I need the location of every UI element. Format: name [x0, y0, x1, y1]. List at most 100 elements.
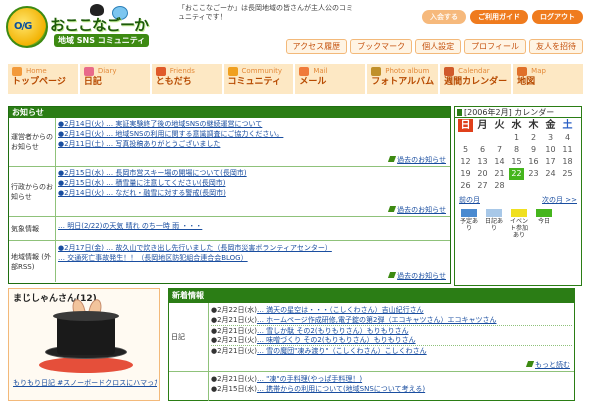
calendar-day[interactable]: 16	[526, 156, 541, 168]
calendar-day[interactable]: 20	[475, 168, 490, 180]
nav-friends[interactable]: Friends ともだち	[152, 64, 224, 94]
settings-button[interactable]: 個人設定	[415, 39, 462, 54]
new-info-item[interactable]: ●2月21日(火)… ホームページ作成研修,電子錠の第2弾（エコキャツさん）エコ…	[211, 315, 572, 325]
calendar-day[interactable]: 4	[560, 132, 575, 144]
nav-photo-album[interactable]: Photo album フォトアルバム	[367, 64, 441, 94]
new-info-section-2: ●2月21日(火)… "凍"の手料理(やっぱ手料理！) ●2月15日(水)… 携帯…	[169, 371, 574, 401]
invite-friend-button[interactable]: 友人を招待	[529, 39, 583, 54]
weather-item[interactable]: … 明日(2/22)の天気 晴れ のち一時 雨 ・・・	[58, 221, 448, 231]
read-more-label: もっと読む	[535, 361, 570, 369]
news-item[interactable]: ●2月15日(水) … 積雪量に注意してください(長岡市)	[58, 178, 448, 188]
calendar-day[interactable]: 27	[475, 180, 490, 192]
hat-body-shape	[57, 315, 115, 355]
calendar-day[interactable]: 12	[458, 156, 473, 168]
news-box: お知らせ 運営者からのお知らせ ●2月14日(火) … 実証実験終了後の地域SN…	[8, 106, 451, 284]
past-news-link[interactable]: 過去のお知らせ	[388, 205, 446, 215]
item-link[interactable]: … 雪しか駄 その2(もりもりさん）もりもりさん	[257, 327, 409, 335]
news-section-government: 行政からのお知らせ ●2月15日(水) … 長岡市営スキー場の開場について(長岡…	[9, 166, 450, 216]
calendar-day[interactable]: 23	[526, 168, 541, 180]
new-info-item[interactable]: ●2月21日(火)… 雪の魔団"凍み渡り"（こしくわさん）こしくわさん	[211, 345, 572, 355]
calendar-day[interactable]: 26	[458, 180, 473, 192]
nav-diary[interactable]: Diary 日記	[80, 64, 152, 94]
calendar-day[interactable]: 25	[560, 168, 575, 180]
calendar-day[interactable]: 3	[543, 132, 558, 144]
past-news-link[interactable]: 過去のお知らせ	[388, 271, 446, 281]
header: O/G おここなごーか 地域 SNS コミュニティ 「おここなごーか」は長岡地域…	[0, 0, 591, 60]
calendar-day[interactable]: 17	[543, 156, 558, 168]
calendar-day[interactable]: 2	[526, 132, 541, 144]
legend-label: 日記あり	[484, 218, 503, 232]
calendar-day[interactable]: 10	[543, 144, 558, 156]
access-history-button[interactable]: アクセス履歴	[285, 39, 348, 54]
calendar-day[interactable]: 8	[509, 144, 524, 156]
calendar-day	[560, 180, 575, 192]
item-link[interactable]: … 味噌づくり その2(もりもりさん）もりもりさん	[257, 336, 416, 344]
calendar-day[interactable]: 28	[492, 180, 507, 192]
top-buttons: 入会する ご利用ガイド ログアウト	[422, 10, 583, 24]
nav-map[interactable]: Map 地図	[513, 64, 583, 94]
calendar-day[interactable]: 14	[492, 156, 507, 168]
profile-button[interactable]: プロフィール	[464, 39, 526, 54]
past-news-label: 過去のお知らせ	[397, 206, 446, 214]
new-info-item[interactable]: ●2月21日(火)… 雪しか駄 その2(もりもりさん）もりもりさん	[211, 325, 572, 335]
nav-home[interactable]: Home トップページ	[8, 64, 80, 94]
new-info-item[interactable]: ●2月21日(火)… 味噌づくり その2(もりもりさん）もりもりさん	[211, 335, 572, 345]
news-item[interactable]: ●2月17日(金) … 故久山で炊き出し先行いました（長岡市災害ボランティアセン…	[58, 243, 448, 253]
legend-label: 予定あり	[459, 218, 478, 232]
news-item[interactable]: ●2月14日(火) … なだれ・融雪に対する警戒(長岡市)	[58, 188, 448, 198]
news-section-weather: 気象情報 … 明日(2/22)の天気 晴れ のち一時 雨 ・・・	[9, 216, 450, 240]
item-link[interactable]: … 雪の魔団"凍み渡り"（こしくわさん）こしくわさん	[257, 347, 427, 355]
calendar-day[interactable]: 24	[543, 168, 558, 180]
calendar-day[interactable]: 22	[509, 168, 524, 180]
news-item[interactable]: ●2月15日(水) … 長岡市営スキー場の開場について(長岡市)	[58, 168, 448, 178]
nav-community[interactable]: Community コミュニティ	[224, 64, 296, 94]
nav-mail[interactable]: Mail メール	[295, 64, 368, 94]
news-item[interactable]: … 交通死亡事故発生！！（長岡地区防犯組合連合会BLOG）	[58, 253, 448, 263]
calendar-day[interactable]: 9	[526, 144, 541, 156]
read-more-link[interactable]: もっと読む	[525, 360, 570, 370]
hat-shadow-shape	[39, 357, 133, 373]
calendar-day[interactable]: 1	[509, 132, 524, 144]
news-section-label: 地域情報 (外部RSS)	[9, 241, 56, 282]
calendar-day[interactable]: 19	[458, 168, 473, 180]
calendar-day[interactable]: 5	[458, 144, 473, 156]
bookmark-button[interactable]: ブックマーク	[350, 39, 413, 54]
new-info-item[interactable]: ●2月15日(水)… 携帯からの利用について(地域SNSについて考える)	[211, 384, 572, 394]
nav-calendar[interactable]: Calendar 週間カレンダー	[440, 64, 514, 94]
calendar-day	[509, 180, 524, 192]
past-news-link[interactable]: 過去のお知らせ	[388, 155, 446, 165]
profile-name[interactable]: まじしゃんさん(12)	[9, 289, 159, 306]
mail-icon	[299, 67, 310, 76]
new-info-item[interactable]: ●2月22日(水)… 満天の星空は・・・（こしくわさん）吉山紀行さん	[211, 305, 572, 315]
legend-swatch	[511, 209, 527, 217]
calendar-day[interactable]: 18	[560, 156, 575, 168]
item-link[interactable]: … 携帯からの利用について(地域SNSについて考える)	[257, 385, 425, 393]
next-month-link[interactable]: 次の月 >>	[542, 195, 577, 205]
new-info-item[interactable]: ●2月21日(火)… "凍"の手料理(やっぱ手料理！)	[211, 374, 572, 384]
profile-photo[interactable]	[39, 297, 133, 377]
main-nav: Home トップページ Diary 日記 Friends ともだち Community…	[8, 64, 583, 94]
news-item[interactable]: ●2月11日(土) … 写真投稿ありがとうございました	[58, 139, 448, 149]
calendar-day[interactable]: 11	[560, 144, 575, 156]
item-link[interactable]: … "凍"の手料理(やっぱ手料理！)	[257, 375, 362, 383]
calendar-day[interactable]: 21	[492, 168, 507, 180]
calendar-day[interactable]: 6	[475, 144, 490, 156]
legend-swatch	[536, 209, 552, 217]
join-button[interactable]: 入会する	[422, 10, 466, 24]
news-item[interactable]: ●2月14日(火) … 地域SNSの利用に関する意識調査にご協力ください。	[58, 129, 448, 139]
calendar-day[interactable]: 13	[475, 156, 490, 168]
profile-diary-link[interactable]: もりもり日記 #スノーボードクロスにハマった	[13, 378, 157, 388]
item-link[interactable]: … ホームページ作成研修,電子錠の第2弾（エコキャツさん）エコキャツさん	[257, 316, 497, 324]
calendar-day[interactable]: 7	[492, 144, 507, 156]
logout-button[interactable]: ログアウト	[532, 10, 583, 24]
site-logo[interactable]: O/G おここなごーか 地域 SNS コミュニティ	[4, 4, 164, 56]
pencil-icon	[388, 206, 397, 212]
guide-button[interactable]: ご利用ガイド	[470, 10, 528, 24]
news-item[interactable]: ●2月14日(火) … 実証実験終了後の地域SNSの継続運営について	[58, 119, 448, 129]
item-link[interactable]: … 満天の星空は・・・（こしくわさん）吉山紀行さん	[257, 306, 424, 314]
weekday-header: 木	[528, 120, 539, 131]
legend-swatch	[461, 209, 477, 217]
prev-month-link[interactable]: 前の月	[459, 195, 480, 205]
calendar-day[interactable]: 15	[509, 156, 524, 168]
item-date: ●2月21日(火)	[211, 347, 257, 355]
